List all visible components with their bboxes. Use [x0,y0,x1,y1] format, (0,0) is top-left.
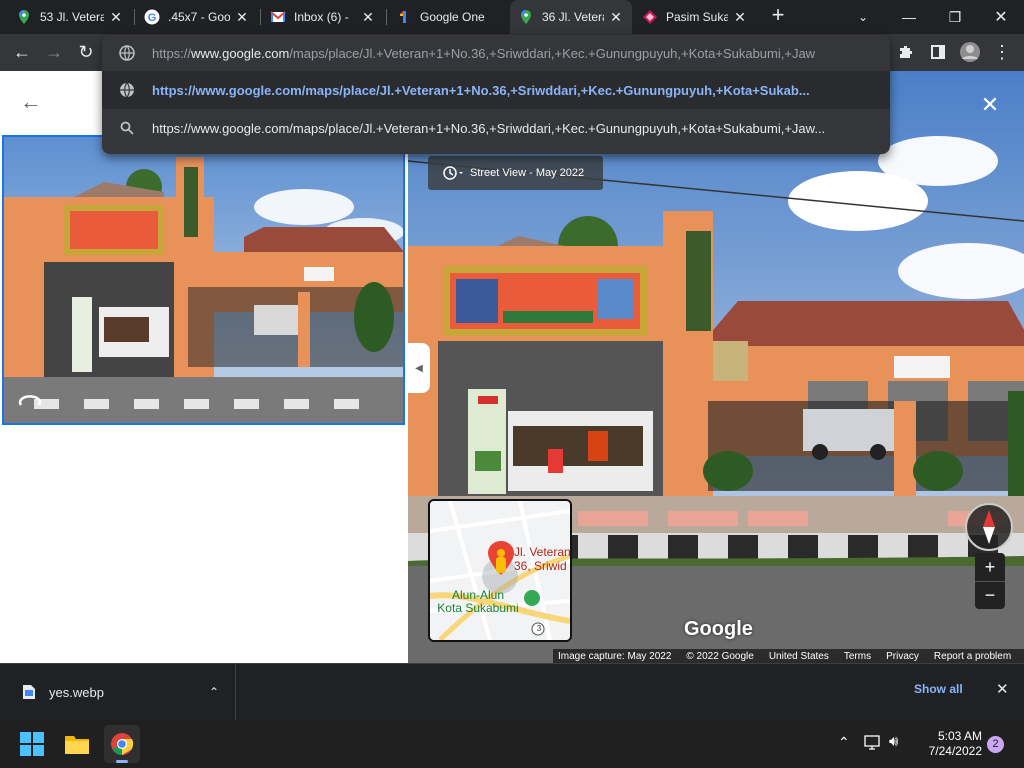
url-path: /maps/place/Jl.+Veteran+1+No.36,+Sriwdda… [289,45,816,61]
suggestion-text: https://www.google.com/maps/place/Jl.+Ve… [152,82,810,98]
tab-3[interactable]: Inbox (6) - ✕ [262,0,384,34]
download-item[interactable]: yes.webp ⌃ [0,664,236,720]
privacy-link[interactable]: Privacy [886,651,919,662]
mini-map-poi-label: Alun-Alun Kota Sukabumi [430,589,528,615]
show-all-downloads-link[interactable]: Show all [914,682,963,696]
mini-map-place-label: Jl. Veteran 36, Sriwid [514,545,571,573]
restore-button[interactable]: ❐ [932,0,978,34]
compass-icon[interactable] [965,503,1013,551]
collapse-panel-handle[interactable]: ◀ [408,343,430,393]
suggestion-text: https://www.google.com/maps/place/Jl.+Ve… [152,120,826,136]
tab-4[interactable]: Google One [388,0,508,34]
tab-title: .45x7 - Google [168,10,230,24]
url-text[interactable]: https://www.google.com/maps/place/Jl.+Ve… [152,46,880,61]
history-clock-icon [443,166,463,180]
forward-button[interactable]: → [40,38,68,66]
file-icon [23,685,35,699]
image-capture-date: Image capture: May 2022 [558,650,672,662]
road-number-badge: 3 [536,624,542,633]
tab-title: 36 Jl. Veteran [542,10,604,24]
url-scheme: https:// [152,45,192,61]
page-content: ← Street View - May 2022 ✕ ◀ Jl. Veteran… [0,71,1024,663]
notification-badge[interactable]: 2 [987,736,1004,753]
maps-pin-icon [19,10,29,24]
tab-strip: 53 Jl. Veteran ✕ G .45x7 - Google ✕ Inbo… [0,0,1024,34]
region-link[interactable]: United States [769,651,829,662]
extensions-icon[interactable] [892,38,920,66]
tab-title: Inbox (6) - [294,10,349,24]
mini-map-place-line2: 36, Sriwid [514,559,567,573]
place-side-panel: ← [0,71,408,663]
chevron-up-icon[interactable]: ⌃ [838,734,850,751]
side-panel-icon[interactable] [924,38,952,66]
close-download-bar-icon[interactable]: ✕ [996,680,1009,698]
address-bar[interactable]: https://www.google.com/maps/place/Jl.+Ve… [102,35,890,71]
new-tab-button[interactable]: + [766,4,790,28]
volume-icon[interactable]: 🔊︎ [889,733,898,750]
back-arrow-icon[interactable]: ← [20,91,44,115]
street-view-date-label: Street View - May 2022 [470,167,585,179]
maps-pin-icon [521,10,531,24]
profile-avatar[interactable] [956,38,984,66]
download-file-name: yes.webp [49,684,104,700]
site-info-icon[interactable] [102,45,152,61]
clock[interactable]: 5:03 AM 7/24/2022 [912,729,982,759]
report-problem-link[interactable]: Report a problem [934,651,1011,662]
tab-2[interactable]: G .45x7 - Google ✕ [136,0,258,34]
download-bar: yes.webp ⌃ Show all ✕ [0,663,1024,720]
omnibox-suggestion-navigate[interactable]: https://www.google.com/maps/place/Jl.+Ve… [102,71,890,109]
mini-map[interactable]: Jl. Veteran 36, Sriwid Alun-Alun Kota Su… [428,499,572,642]
mini-map-poi-line2: Kota Sukabumi [437,601,519,615]
minimize-button[interactable]: — [886,0,932,34]
zoom-in-button[interactable]: + [975,553,1005,581]
zoom-out-button[interactable]: − [975,581,1005,609]
omnibox-suggestion-search[interactable]: https://www.google.com/maps/place/Jl.+Ve… [102,109,890,147]
chevron-up-icon[interactable]: ⌃ [209,685,219,699]
tab-1[interactable]: 53 Jl. Veteran ✕ [8,0,132,34]
network-icon[interactable] [864,734,882,757]
close-tab-icon[interactable]: ✕ [732,9,748,26]
chrome-icon [111,733,134,755]
url-host: www.google.com [191,45,290,61]
close-window-button[interactable]: ✕ [978,0,1024,34]
gmail-icon [270,11,286,22]
search-icon [102,121,152,135]
tab-title: 53 Jl. Veteran [40,10,104,24]
copyright-text: © 2022 Google [686,650,754,662]
globe-icon [102,82,152,98]
clock-date: 7/24/2022 [928,744,982,758]
close-street-view-icon[interactable]: ✕ [974,89,1006,121]
clock-time: 5:03 AM [937,729,982,743]
reload-button[interactable]: ↻ [72,38,100,66]
street-view-date-chip[interactable]: Street View - May 2022 [428,156,603,190]
google-g-icon: G [144,9,160,25]
chrome-menu-icon[interactable]: ⋮ [988,38,1016,66]
close-tab-icon[interactable]: ✕ [108,9,124,26]
attribution-bar: Image capture: May 2022 © 2022 Google Un… [553,649,1024,663]
storefront-photo [4,137,403,423]
mini-map-place-line1: Jl. Veteran [514,545,571,559]
terms-link[interactable]: Terms [844,651,871,662]
tab-5-active[interactable]: 36 Jl. Veteran ✕ [510,0,632,34]
omnibox-dropdown: https://www.google.com/maps/place/Jl.+Ve… [102,35,890,154]
tab-title: Google One [420,10,485,24]
street-view-thumbnail[interactable] [2,135,405,425]
back-button[interactable]: ← [8,38,36,66]
windows-taskbar: ⌃ 🔊︎ 5:03 AM 7/24/2022 2 [0,720,1024,768]
file-explorer-icon[interactable] [64,732,90,761]
close-tab-icon[interactable]: ✕ [360,9,376,26]
tab-6[interactable]: Pasim Sukabumi ✕ [634,0,756,34]
tab-search-icon[interactable]: ⌄ [840,0,886,34]
tab-title: Pasim Sukabumi [666,10,728,24]
pasim-logo-icon [643,10,657,24]
svg-text:G: G [148,12,157,24]
google-watermark: Google [684,618,753,640]
zoom-controls: + − [975,553,1005,609]
close-tab-icon[interactable]: ✕ [234,9,250,26]
street-view-panorama[interactable]: Street View - May 2022 ✕ ◀ Jl. Veteran 3… [408,71,1024,663]
chrome-taskbar-button[interactable] [104,725,140,763]
google-one-icon [400,11,406,23]
close-tab-icon[interactable]: ✕ [608,9,624,26]
windows-start-icon[interactable] [20,732,44,761]
